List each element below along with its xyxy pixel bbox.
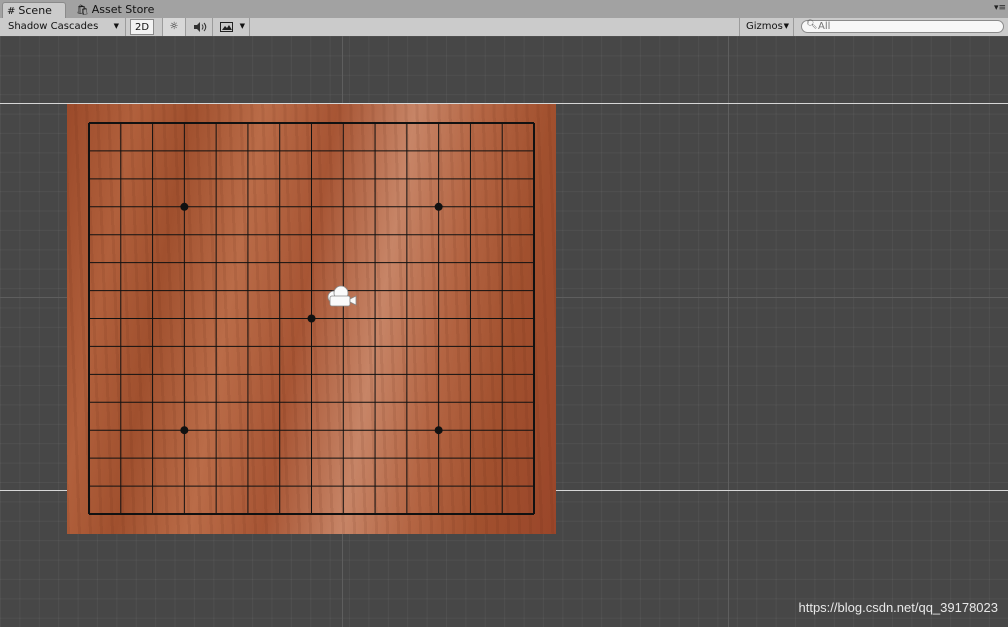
tab-scene-label: Scene xyxy=(18,4,52,17)
image-icon xyxy=(220,22,233,32)
grid-axis-line xyxy=(728,36,729,627)
search-input[interactable] xyxy=(818,21,998,32)
tab-scene[interactable]: # Scene xyxy=(2,2,66,18)
shopping-bag-icon: 🛍︎ xyxy=(76,5,89,16)
shadow-cascades-dropdown[interactable]: Shadow Cascades ▼ xyxy=(4,18,126,36)
star-point xyxy=(434,202,443,211)
mode-2d-toggle[interactable]: 2D xyxy=(130,19,154,35)
star-point xyxy=(180,202,189,211)
sun-icon: ☼ xyxy=(169,21,179,32)
tab-asset-store-label: Asset Store xyxy=(91,3,155,16)
dropdown-arrow-icon: ▼ xyxy=(239,22,245,30)
camera-icon[interactable] xyxy=(325,284,359,310)
scene-viewport[interactable]: https://blog.csdn.net/qq_39178023 xyxy=(0,36,1008,627)
audio-toggle[interactable] xyxy=(187,18,213,36)
shadow-cascades-label: Shadow Cascades xyxy=(8,21,99,32)
gizmos-dropdown[interactable]: Gizmos ▼ xyxy=(739,18,794,36)
star-point xyxy=(180,426,189,435)
lighting-toggle[interactable]: ☼ xyxy=(162,18,186,36)
star-point xyxy=(307,314,316,323)
watermark: https://blog.csdn.net/qq_39178023 xyxy=(798,600,999,615)
hierarchy-search[interactable]: 🔍︎ xyxy=(801,20,1004,33)
speaker-icon xyxy=(193,22,206,32)
dropdown-arrow-icon: ▼ xyxy=(113,22,119,30)
tab-asset-store[interactable]: 🛍︎ Asset Store xyxy=(72,2,164,18)
effects-dropdown[interactable]: ▼ xyxy=(214,18,250,36)
tab-menu-icon[interactable]: ▾≡ xyxy=(994,3,1006,13)
scene-toolbar: Shadow Cascades ▼ 2D ☼ ▼ Gizmos ▼ 🔍︎ xyxy=(0,18,1008,37)
go-board[interactable] xyxy=(67,104,556,534)
star-point xyxy=(434,426,443,435)
gizmos-label: Gizmos xyxy=(746,21,783,32)
tab-strip: # Scene 🛍︎ Asset Store ▾≡ xyxy=(0,0,1008,19)
dropdown-arrow-icon: ▼ xyxy=(783,22,789,30)
board-grid xyxy=(88,122,535,515)
search-icon: 🔍︎ xyxy=(806,20,818,30)
